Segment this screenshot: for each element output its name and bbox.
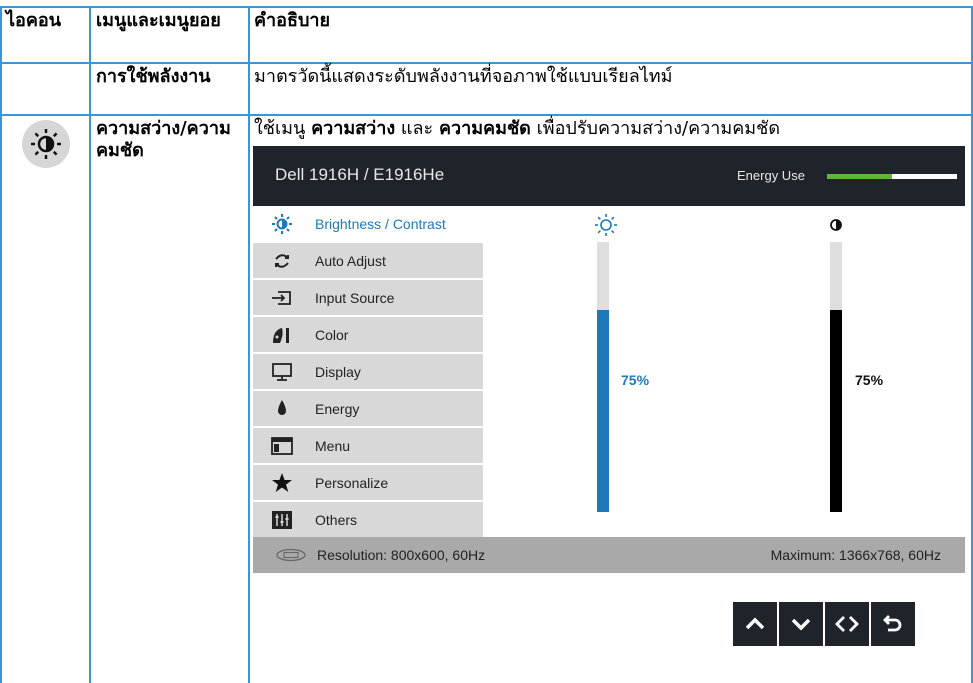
menu-item-input-source[interactable]: Input Source <box>253 280 483 317</box>
row-brightness-menu: ความสว่าง/ความคมชัด <box>96 118 231 161</box>
menu-item-label: Brightness / Contrast <box>315 216 446 232</box>
menu-item-label: Auto Adjust <box>315 253 386 269</box>
header-menu: เมนูและเมนูยอย <box>96 10 221 31</box>
menu-item-energy[interactable]: Energy <box>253 391 483 428</box>
menu-item-label: Others <box>315 512 358 528</box>
desc-bold-brightness: ความสว่าง <box>311 118 396 139</box>
contrast-icon <box>823 212 849 238</box>
header-icon: ไอคอน <box>6 10 62 31</box>
row-energy-use-description: มาตรวัดนี้แสดงระดับพลังงานที่จอภาพใช้แบบ… <box>254 66 673 87</box>
energy-use-fill <box>827 174 892 179</box>
menu-item-auto-adjust[interactable]: Auto Adjust <box>253 243 483 280</box>
column-divider <box>0 8 2 683</box>
menu-item-brightness-contrast[interactable]: Brightness / Contrast <box>253 206 483 243</box>
column-divider <box>248 8 250 683</box>
menu-item-label: Menu <box>315 438 351 454</box>
contrast-value: 75% <box>855 372 884 388</box>
desc-bold-contrast: ความคมชัด <box>438 118 531 139</box>
energy-use-label: Energy Use <box>737 168 805 183</box>
menu-item-label: Color <box>315 327 349 343</box>
menu-item-label: Display <box>315 364 361 380</box>
contrast-slider[interactable] <box>830 242 842 512</box>
down-arrow-icon <box>791 618 811 631</box>
brightness-slider-fill <box>597 309 609 512</box>
osd-menu: Dell 1916H / E1916He Energy Use Brightne… <box>253 146 965 683</box>
menu-item-label: Energy <box>315 401 360 417</box>
down-button[interactable] <box>779 602 823 646</box>
table-top-border <box>0 6 973 8</box>
menu-item-label: Personalize <box>315 475 389 491</box>
back-button[interactable] <box>871 602 915 646</box>
osd-footer: Resolution: 800x600, 60Hz Maximum: 1366x… <box>253 537 965 573</box>
maximum-resolution-text: Maximum: 1366x768, 60Hz <box>770 547 941 563</box>
brightness-icon <box>22 120 70 168</box>
input-source-icon <box>271 287 293 309</box>
monitor-model: Dell 1916H / E1916He <box>275 165 445 184</box>
resolution-text: Resolution: 800x600, 60Hz <box>317 547 486 563</box>
row-divider <box>0 114 973 116</box>
up-button[interactable] <box>733 602 777 646</box>
up-arrow-icon <box>745 617 765 630</box>
left-right-icon <box>835 616 859 632</box>
brightness-contrast-panel: 75% 75% <box>483 206 965 546</box>
sun-icon <box>593 212 619 238</box>
desc-prefix: ใช้เมนู <box>254 118 312 139</box>
row-energy-use-menu: การใช้พลังงาน <box>96 66 211 87</box>
energy-use-meter <box>827 174 957 179</box>
brightness-icon <box>271 213 293 235</box>
menu-item-menu[interactable]: Menu <box>253 428 483 465</box>
row-brightness-description: ใช้เมนู ความสว่าง และ ความคมชัด เพื่อปรั… <box>254 118 780 140</box>
display-icon <box>271 361 293 383</box>
auto-adjust-icon <box>271 250 293 272</box>
star-icon <box>271 472 293 494</box>
column-divider <box>89 8 91 683</box>
header-description: คำอธิบาย <box>254 10 331 31</box>
left-right-button[interactable] <box>825 602 869 646</box>
energy-icon <box>271 398 293 420</box>
osd-header: Dell 1916H / E1916He Energy Use <box>253 146 965 206</box>
contrast-slider-fill <box>830 309 842 512</box>
menu-item-color[interactable]: Color <box>253 317 483 354</box>
desc-middle: และ <box>395 118 439 139</box>
menu-item-personalize[interactable]: Personalize <box>253 465 483 502</box>
menu-item-label: Input Source <box>315 290 395 306</box>
resolution-icon <box>275 548 307 562</box>
row-divider <box>0 62 973 64</box>
menu-item-others[interactable]: Others <box>253 502 483 539</box>
menu-icon <box>271 435 293 457</box>
brightness-slider[interactable] <box>597 242 609 512</box>
others-icon <box>271 509 293 531</box>
osd-main-menu: Brightness / Contrast Auto Adjust Input So… <box>253 206 483 539</box>
documentation-table: ไอคอน เมนูและเมนูยอย คำอธิบาย การใช้พลัง… <box>0 0 973 683</box>
color-icon <box>271 324 293 346</box>
brightness-value: 75% <box>621 372 650 388</box>
menu-item-display[interactable]: Display <box>253 354 483 391</box>
desc-suffix: เพื่อปรับความสว่าง/ความคมชัด <box>530 118 781 139</box>
back-icon <box>883 615 902 632</box>
